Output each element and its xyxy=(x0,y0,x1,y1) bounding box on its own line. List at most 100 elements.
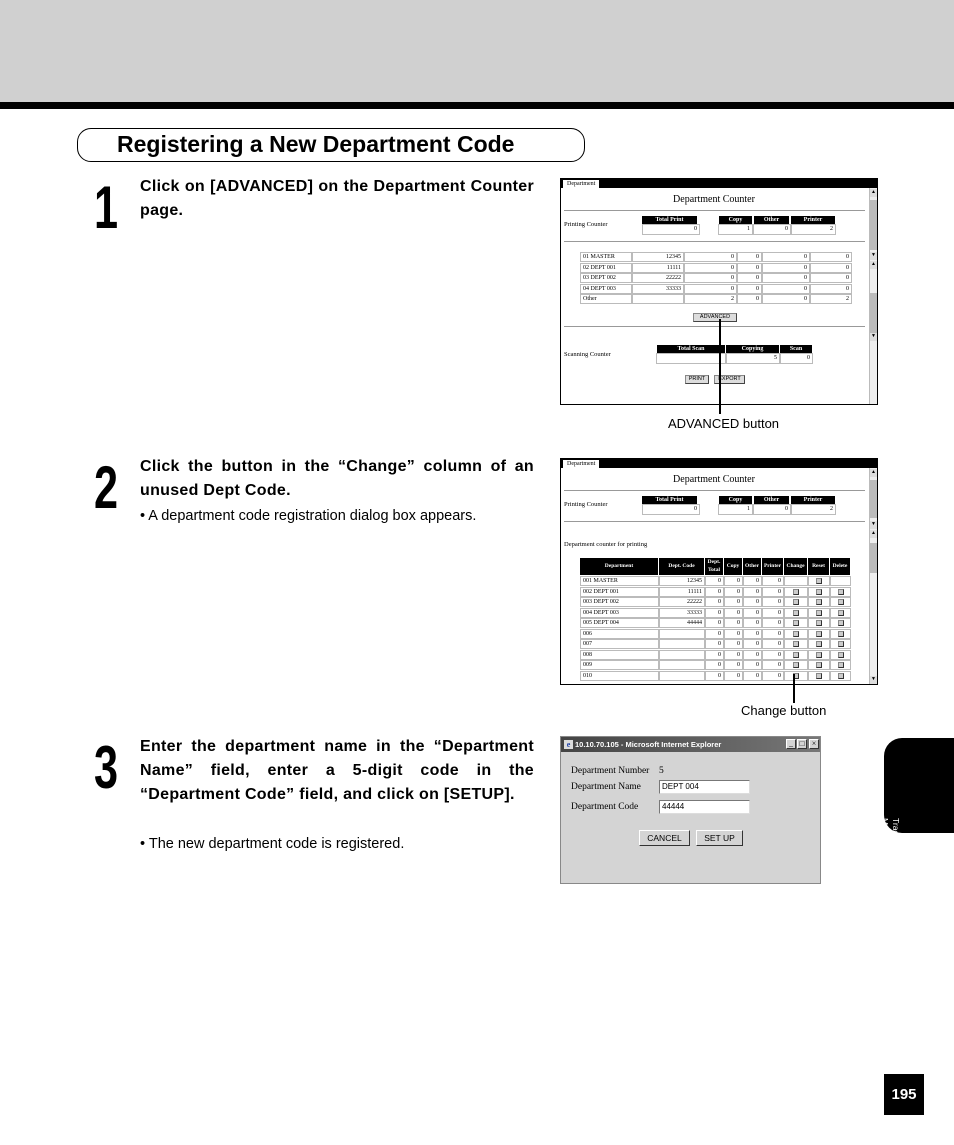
reset-button[interactable] xyxy=(816,588,822,595)
count-cell: 0 xyxy=(762,670,784,681)
dept-counter-subheading: Department counter for printing xyxy=(564,541,648,548)
count-cell xyxy=(659,660,705,670)
change-button[interactable] xyxy=(793,620,799,626)
reset-button[interactable] xyxy=(816,672,822,679)
dept-name-cell: 003 DEPT 002 xyxy=(580,597,659,607)
count-cell: 44444 xyxy=(659,618,705,628)
delete-button[interactable] xyxy=(837,672,844,679)
reset-button[interactable] xyxy=(816,641,822,647)
scroll-up-icon[interactable]: ▲ xyxy=(870,189,877,197)
total-print-header: Total Print xyxy=(642,496,697,504)
scroll-up-icon[interactable]: ▲ xyxy=(870,261,877,269)
advanced-button[interactable]: ADVANCED xyxy=(693,313,737,322)
scrollbar[interactable]: ▲ ▼ ▲ ▼ xyxy=(869,468,877,684)
step-2-text: Click the button in the “Change” column … xyxy=(140,458,534,499)
tab-department[interactable]: Department xyxy=(563,180,601,188)
screenshot-department-counter-advanced: Department ▲ ▼ ▲ ▼ Department Counter Pr… xyxy=(560,458,878,685)
scroll-thumb[interactable] xyxy=(870,200,877,250)
reset-button[interactable] xyxy=(816,662,822,668)
total-print-value: 0 xyxy=(642,224,700,235)
count-cell: 0 xyxy=(724,628,743,639)
count-cell: 0 xyxy=(743,670,762,681)
delete-button[interactable] xyxy=(837,599,844,605)
count-cell: 0 xyxy=(743,607,762,618)
count-cell: 0 xyxy=(810,252,852,262)
dept-number-value: 5 xyxy=(659,766,664,776)
count-cell: 0 xyxy=(737,283,762,294)
scan-header: Scan xyxy=(780,345,812,353)
copying-header: Copying xyxy=(726,345,779,353)
dept-name-label: Department Name xyxy=(571,782,641,792)
change-button[interactable] xyxy=(793,651,799,658)
scroll-up-icon[interactable]: ▲ xyxy=(870,469,877,477)
count-cell: 0 xyxy=(762,294,810,304)
step-3-text: Enter the department name in the “Depart… xyxy=(140,738,534,803)
count-cell: 0 xyxy=(724,576,743,586)
other-header: Other xyxy=(754,496,789,504)
divider xyxy=(564,521,865,522)
count-cell: 0 xyxy=(705,618,724,628)
dept-name-cell: 007 xyxy=(580,639,659,649)
close-icon[interactable]: × xyxy=(809,739,819,749)
ie-icon: e xyxy=(564,740,573,749)
maximize-icon[interactable]: □ xyxy=(797,739,807,749)
delete-button[interactable] xyxy=(837,641,844,647)
dept-code-input[interactable]: 44444 xyxy=(659,800,750,814)
action-cell xyxy=(830,576,851,586)
change-button[interactable] xyxy=(793,588,799,595)
delete-button[interactable] xyxy=(837,662,844,668)
scroll-down-icon[interactable]: ▼ xyxy=(870,252,877,260)
minimize-icon[interactable]: _ xyxy=(786,739,796,749)
delete-button[interactable] xyxy=(837,630,844,637)
other-value: 0 xyxy=(753,504,791,515)
copy-header: Copy xyxy=(719,496,752,504)
change-button[interactable] xyxy=(793,662,799,668)
dept-name-cell: 001 MASTER xyxy=(580,576,659,586)
dept-code-label: Department Code xyxy=(571,802,639,812)
reset-button[interactable] xyxy=(816,599,822,605)
dept-name-cell: 002 DEPT 001 xyxy=(580,586,659,597)
reset-button[interactable] xyxy=(816,651,822,658)
count-cell: 0 xyxy=(705,597,724,607)
change-button[interactable] xyxy=(793,599,799,605)
count-cell xyxy=(659,639,705,649)
column-header: Copy xyxy=(724,558,742,575)
dept-name-cell: 03 DEPT 002 xyxy=(580,273,632,283)
count-cell: 0 xyxy=(762,660,784,670)
scroll-thumb[interactable] xyxy=(870,480,877,518)
dept-name-cell: 02 DEPT 001 xyxy=(580,262,632,273)
scrollbar[interactable]: ▲ ▼ ▲ ▼ xyxy=(869,188,877,404)
print-button[interactable]: PRINT xyxy=(685,375,709,384)
delete-button[interactable] xyxy=(837,651,844,658)
scroll-down-icon[interactable]: ▼ xyxy=(870,676,877,684)
dialog-title-bar[interactable]: 10.10.70.105 - Microsoft Internet Explor… xyxy=(561,737,820,752)
reset-button[interactable] xyxy=(816,620,822,626)
scroll-down-icon[interactable]: ▼ xyxy=(870,333,877,341)
change-button[interactable] xyxy=(793,630,799,637)
column-header: Department xyxy=(580,558,658,575)
setup-button[interactable]: SET UP xyxy=(696,830,743,846)
cancel-button[interactable]: CANCEL xyxy=(639,830,690,846)
reset-button[interactable] xyxy=(816,630,822,637)
count-cell: 0 xyxy=(705,670,724,681)
count-cell: 0 xyxy=(724,586,743,597)
change-button[interactable] xyxy=(793,641,799,647)
scroll-thumb[interactable] xyxy=(870,293,877,333)
tab-department[interactable]: Department xyxy=(563,460,601,468)
delete-button[interactable] xyxy=(837,620,844,626)
reset-button[interactable] xyxy=(816,609,822,616)
dept-name-input[interactable]: DEPT 004 xyxy=(659,780,750,794)
count-cell: 0 xyxy=(762,618,784,628)
count-cell: 0 xyxy=(705,607,724,618)
reset-button[interactable] xyxy=(816,578,822,584)
dept-name-cell: 010 xyxy=(580,670,659,681)
delete-button[interactable] xyxy=(837,609,844,616)
count-cell: 0 xyxy=(684,283,737,294)
count-cell: 2 xyxy=(810,294,852,304)
scroll-thumb[interactable] xyxy=(870,543,877,573)
column-header: Reset xyxy=(808,558,829,575)
scroll-down-icon[interactable]: ▼ xyxy=(870,521,877,529)
delete-button[interactable] xyxy=(837,588,844,595)
scroll-up-icon[interactable]: ▲ xyxy=(870,530,877,538)
change-button[interactable] xyxy=(793,609,799,616)
